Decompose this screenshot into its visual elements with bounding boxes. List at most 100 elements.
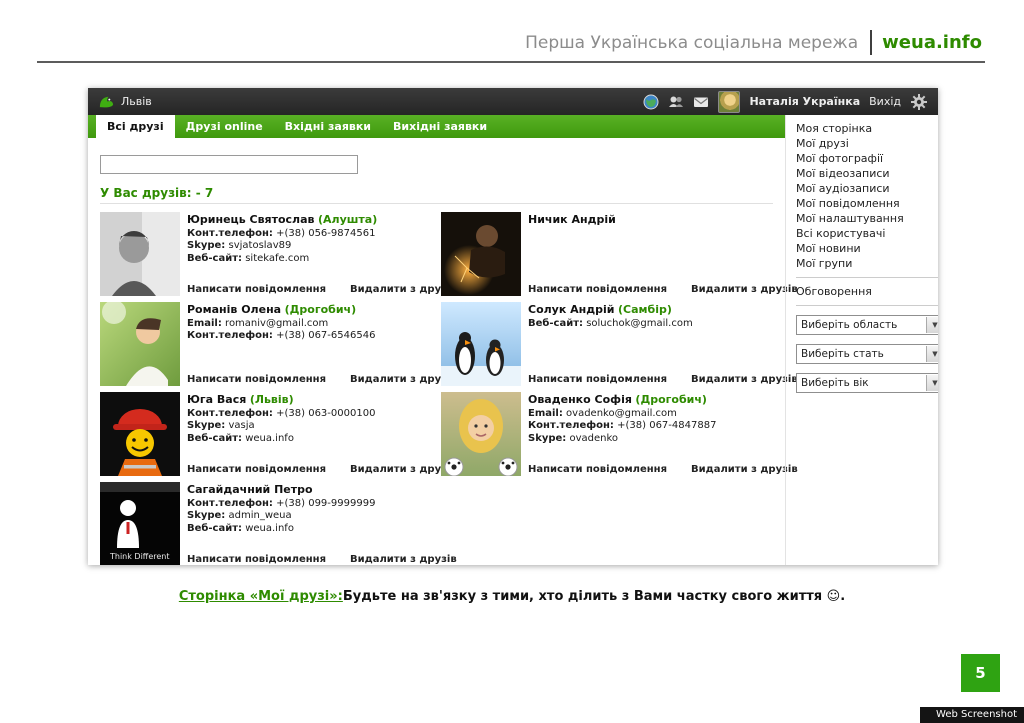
topbar-right: Наталія Українка Вихід <box>643 91 928 113</box>
remove-friend-link[interactable]: Видалити з друзів <box>691 464 798 475</box>
topbar: Львів Наталія Українка Вихід <box>88 88 938 115</box>
friend-detail: Конт.телефон: +(38) 099-9999999 <box>187 498 432 511</box>
friend-detail: Конт.телефон: +(38) 063-0000100 <box>187 408 432 421</box>
sidebar-item-my-photos[interactable]: Мої фотографії <box>796 151 938 166</box>
friend-info: Юга Вася (Львів) Конт.телефон: +(38) 063… <box>187 392 432 480</box>
age-select[interactable]: Виберіть вік ▼ <box>796 373 938 393</box>
send-message-link[interactable]: Написати повідомлення <box>528 374 667 385</box>
send-message-link[interactable]: Написати повідомлення <box>187 374 326 385</box>
friend-name[interactable]: Романів Олена <box>187 303 281 316</box>
friend-name[interactable]: Юга Вася <box>187 393 246 406</box>
friend-card: Think Different Сагайдачний Петро Конт.т… <box>100 482 432 566</box>
friends-content: У Вас друзів: - 7 <box>88 138 785 565</box>
friend-detail: Конт.телефон: +(38) 056-9874561 <box>187 228 432 241</box>
friend-photo[interactable] <box>100 392 180 476</box>
tab-outgoing-requests[interactable]: Вихідні заявки <box>382 115 498 138</box>
friend-card: Солук Андрій (Самбір) Веб-сайт: soluchok… <box>441 302 773 390</box>
page-number-badge: 5 <box>961 654 1000 692</box>
friend-name[interactable]: Ничик Андрій <box>528 213 616 226</box>
photo-caption: Think Different <box>109 552 169 561</box>
friends-count-label: У Вас друзів: - 7 <box>100 186 773 204</box>
page-header: Перша Українська соціальна мережа weua.i… <box>525 30 982 55</box>
remove-friend-link[interactable]: Видалити з друзів <box>691 284 798 295</box>
friend-name[interactable]: Юринець Святослав <box>187 213 314 226</box>
sidebar-item-my-audio[interactable]: Мої аудіозаписи <box>796 181 938 196</box>
tab-incoming-requests[interactable]: Вхідні заявки <box>274 115 382 138</box>
friend-photo[interactable] <box>441 212 521 296</box>
friend-detail: Email: romaniv@gmail.com <box>187 318 432 331</box>
friend-photo[interactable]: Think Different <box>100 482 180 566</box>
sidebar-item-my-news[interactable]: Мої новини <box>796 241 938 256</box>
friend-card: Оваденко Софія (Дрогобич) Email: ovadenk… <box>441 392 773 480</box>
sidebar-item-discussions[interactable]: Обговорення <box>796 284 938 299</box>
sidebar-item-all-users[interactable]: Всі користувачі <box>796 226 938 241</box>
friends-list: Юринець Святослав (Алушта) Конт.телефон:… <box>100 212 773 566</box>
friend-name[interactable]: Оваденко Софія <box>528 393 632 406</box>
mail-icon[interactable] <box>693 94 709 110</box>
caption-text: Будьте на зв'язку з тими, хто ділить з В… <box>343 589 845 604</box>
friend-detail: Веб-сайт: soluchok@gmail.com <box>528 318 773 331</box>
friend-photo[interactable] <box>441 302 521 386</box>
sidebar-item-my-videos[interactable]: Мої відеозаписи <box>796 166 938 181</box>
friend-detail: Skype: ovadenko <box>528 433 773 446</box>
friend-name[interactable]: Сагайдачний Петро <box>187 483 313 496</box>
caption-link[interactable]: Сторінка «Мої друзі»: <box>179 589 343 604</box>
caption: Сторінка «Мої друзі»:Будьте на зв'язку з… <box>0 589 1024 604</box>
friend-photo[interactable] <box>100 212 180 296</box>
app-window: Львів Наталія Українка Вихід <box>88 88 938 565</box>
send-message-link[interactable]: Написати повідомлення <box>528 284 667 295</box>
page-title: Перша Українська соціальна мережа <box>525 33 858 53</box>
sidebar-item-my-friends[interactable]: Мої друзі <box>796 136 938 151</box>
friend-card: Романів Олена (Дрогобич) Email: romaniv@… <box>100 302 432 390</box>
friend-card: Юринець Святослав (Алушта) Конт.телефон:… <box>100 212 432 300</box>
friend-card: Ничик Андрій Написати повідомлення Видал… <box>441 212 773 300</box>
friend-photo[interactable] <box>100 302 180 386</box>
topbar-left: Львів <box>98 93 152 110</box>
sidebar-item-my-groups[interactable]: Мої групи <box>796 256 938 271</box>
topbar-city-label: Львів <box>121 95 152 108</box>
sidebar-item-my-messages[interactable]: Мої повідомлення <box>796 196 938 211</box>
send-message-link[interactable]: Написати повідомлення <box>528 464 667 475</box>
friend-detail: Веб-сайт: weua.info <box>187 523 432 536</box>
friend-card: Юга Вася (Львів) Конт.телефон: +(38) 063… <box>100 392 432 480</box>
search-input[interactable] <box>100 155 358 174</box>
gear-icon[interactable] <box>910 93 928 111</box>
tab-all-friends[interactable]: Всі друзі <box>96 115 175 138</box>
friend-info: Сагайдачний Петро Конт.телефон: +(38) 09… <box>187 482 432 566</box>
sidebar: Моя сторінка Мої друзі Мої фотографії Мо… <box>785 115 938 565</box>
friend-detail: Skype: admin_weua <box>187 510 432 523</box>
friend-city: (Дрогобич) <box>635 393 707 406</box>
friend-detail: Веб-сайт: weua.info <box>187 433 432 446</box>
header-rule <box>37 61 985 63</box>
brand-logo-text: weua.info <box>882 32 982 53</box>
friend-detail: Веб-сайт: sitekafe.com <box>187 253 432 266</box>
remove-friend-link[interactable]: Видалити з друзів <box>350 554 457 565</box>
send-message-link[interactable]: Написати повідомлення <box>187 554 326 565</box>
current-user-link[interactable]: Наталія Українка <box>749 95 860 108</box>
friend-detail: Email: ovadenko@gmail.com <box>528 408 773 421</box>
friend-info: Романів Олена (Дрогобич) Email: romaniv@… <box>187 302 432 390</box>
gender-select[interactable]: Виберіть стать ▼ <box>796 344 938 364</box>
friend-city: (Самбір) <box>618 303 672 316</box>
friend-detail: Skype: svjatoslav89 <box>187 240 432 253</box>
region-select-value: Виберіть область <box>797 319 926 331</box>
friend-city: (Алушта) <box>318 213 377 226</box>
tab-friends-online[interactable]: Друзі online <box>175 115 274 138</box>
main-column: Всі друзі Друзі online Вхідні заявки Вих… <box>88 115 785 565</box>
globe-icon[interactable] <box>643 94 659 110</box>
remove-friend-link[interactable]: Видалити з друзів <box>691 374 798 385</box>
region-select[interactable]: Виберіть область ▼ <box>796 315 938 335</box>
site-logo-icon[interactable] <box>98 93 115 110</box>
sidebar-divider <box>796 305 938 306</box>
send-message-link[interactable]: Написати повідомлення <box>187 464 326 475</box>
friend-name[interactable]: Солук Андрій <box>528 303 615 316</box>
user-avatar[interactable] <box>718 91 740 113</box>
users-icon[interactable] <box>668 94 684 110</box>
friend-info: Солук Андрій (Самбір) Веб-сайт: soluchok… <box>528 302 773 390</box>
sidebar-item-my-page[interactable]: Моя сторінка <box>796 121 938 136</box>
sidebar-item-my-settings[interactable]: Мої налаштування <box>796 211 938 226</box>
friend-photo[interactable] <box>441 392 521 476</box>
logout-link[interactable]: Вихід <box>869 95 901 108</box>
send-message-link[interactable]: Написати повідомлення <box>187 284 326 295</box>
watermark-badge: Web Screenshot <box>920 707 1024 723</box>
